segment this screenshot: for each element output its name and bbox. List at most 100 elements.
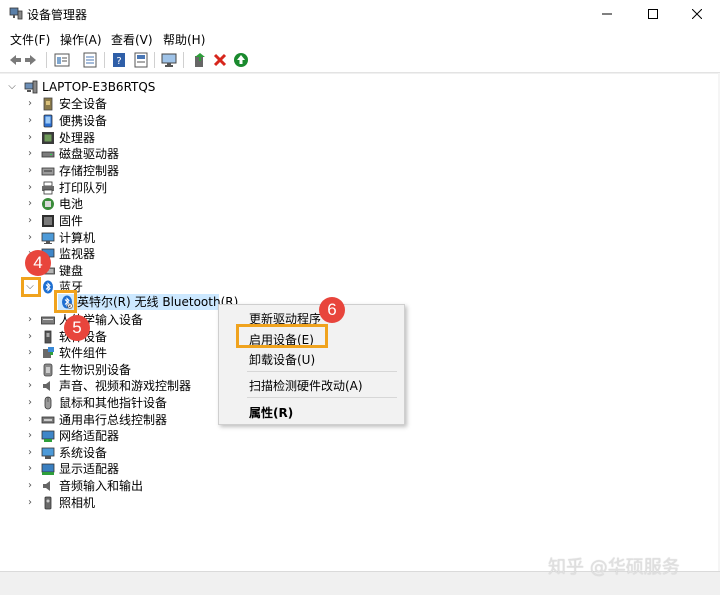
- chevron-right-icon[interactable]: ›: [25, 147, 35, 161]
- computer-icon: [41, 232, 55, 244]
- tree-item[interactable]: › 计算机: [0, 230, 718, 246]
- menu-help[interactable]: 帮助(H): [163, 31, 205, 48]
- tree-item-label: 键盘: [59, 264, 84, 278]
- chevron-right-icon[interactable]: ›: [25, 396, 35, 410]
- device-manager-app-icon: [9, 7, 23, 20]
- menu-view[interactable]: 查看(V): [111, 31, 153, 48]
- help-icon[interactable]: ?: [111, 52, 127, 68]
- svg-text:?: ?: [116, 56, 121, 67]
- context-menu: 更新驱动程序 启用设备(E) 卸载设备(U) 扫描检测硬件改动(A) 属性(R): [218, 304, 405, 425]
- device-properties-icon[interactable]: [133, 52, 149, 68]
- minimize-icon: [602, 13, 612, 15]
- window-title: 设备管理器: [27, 8, 88, 22]
- tree-item[interactable]: › 照相机: [0, 495, 718, 511]
- toolbar-separator: [154, 52, 155, 68]
- tree-item-label: 系统设备: [59, 446, 108, 460]
- context-menu-scan-hardware[interactable]: 扫描检测硬件改动(A): [249, 377, 363, 394]
- tree-item[interactable]: › 系统设备: [0, 445, 718, 461]
- tree-root[interactable]: ⌵ LAPTOP-E3B6RTQS: [0, 79, 718, 95]
- menu-file[interactable]: 文件(F): [10, 31, 50, 48]
- chevron-right-icon[interactable]: ›: [25, 214, 35, 228]
- step-badge-6: 6: [319, 297, 345, 323]
- forward-icon[interactable]: [24, 52, 40, 68]
- uninstall-icon[interactable]: [212, 52, 228, 68]
- tree-item-label: 软件组件: [59, 346, 108, 360]
- chevron-right-icon[interactable]: ›: [25, 114, 35, 128]
- chevron-right-icon[interactable]: ›: [25, 479, 35, 493]
- highlight-box-device: [54, 290, 77, 313]
- tree-item[interactable]: › 磁盘驱动器: [0, 146, 718, 162]
- tree-item[interactable]: › 安全设备: [0, 96, 718, 112]
- tree-item[interactable]: › 打印队列: [0, 180, 718, 196]
- chevron-right-icon[interactable]: ›: [25, 496, 35, 510]
- chevron-right-icon[interactable]: ›: [25, 97, 35, 111]
- chevron-right-icon[interactable]: ›: [25, 429, 35, 443]
- tree-item-label: 显示适配器: [59, 462, 120, 476]
- title-bar: 设备管理器: [0, 0, 720, 28]
- software-component-icon: [43, 347, 54, 358]
- chevron-right-icon[interactable]: ›: [25, 131, 35, 145]
- chevron-right-icon[interactable]: ›: [25, 462, 35, 476]
- menu-action[interactable]: 操作(A): [60, 31, 102, 48]
- chevron-right-icon[interactable]: ›: [25, 164, 35, 178]
- toolbar: ?: [0, 48, 720, 73]
- back-icon[interactable]: [6, 52, 22, 68]
- highlight-box-enable: [236, 324, 328, 348]
- minimize-button[interactable]: [584, 0, 630, 28]
- chevron-right-icon[interactable]: ›: [25, 346, 35, 360]
- tree-item-label: 存储控制器: [59, 164, 120, 178]
- battery-icon: [42, 198, 54, 210]
- chevron-right-icon[interactable]: ›: [25, 313, 35, 327]
- tree-item-label: 计算机: [59, 231, 96, 245]
- tree-item[interactable]: › 电池: [0, 196, 718, 212]
- camera-icon: [44, 496, 52, 510]
- tree-item[interactable]: › 网络适配器: [0, 428, 718, 444]
- chevron-right-icon[interactable]: ›: [25, 231, 35, 245]
- add-driver-icon[interactable]: [192, 52, 208, 68]
- chevron-right-icon[interactable]: ›: [25, 181, 35, 195]
- tree-item-label: 磁盘驱动器: [59, 147, 120, 161]
- tree-item[interactable]: › 键盘: [0, 263, 718, 279]
- system-icon: [41, 447, 55, 459]
- portable-icon: [43, 114, 53, 128]
- chevron-right-icon[interactable]: ›: [25, 413, 35, 427]
- tree-item-label: 打印队列: [59, 181, 108, 195]
- toolbar-separator: [46, 52, 47, 68]
- tree-item[interactable]: › 处理器: [0, 130, 718, 146]
- chevron-right-icon[interactable]: ›: [25, 197, 35, 211]
- chevron-down-icon[interactable]: ⌵: [7, 80, 17, 94]
- hid-icon: [41, 316, 55, 325]
- tree-item[interactable]: › 存储控制器: [0, 163, 718, 179]
- list-view-icon[interactable]: [82, 52, 98, 68]
- enable-icon[interactable]: [233, 52, 249, 68]
- maximize-button[interactable]: [630, 0, 676, 28]
- context-menu-uninstall-device[interactable]: 卸载设备(U): [249, 351, 315, 368]
- firmware-icon: [42, 215, 54, 227]
- menu-bar: 文件(F) 操作(A) 查看(V) 帮助(H): [0, 28, 720, 48]
- tree-item[interactable]: › 音频输入和输出: [0, 478, 718, 494]
- chevron-right-icon[interactable]: ›: [25, 379, 35, 393]
- properties-view-icon[interactable]: [54, 52, 70, 68]
- chevron-right-icon[interactable]: ›: [25, 330, 35, 344]
- sound-icon: [43, 381, 50, 391]
- network-icon: [41, 430, 55, 442]
- printer-icon: [42, 181, 54, 195]
- tree-item-label: 声音、视频和游戏控制器: [59, 379, 192, 393]
- context-menu-separator: [247, 371, 397, 372]
- tree-item-label: 网络适配器: [59, 429, 120, 443]
- context-menu-properties[interactable]: 属性(R): [249, 404, 293, 421]
- audio-icon: [43, 481, 50, 491]
- monitor-scan-icon[interactable]: [161, 52, 177, 68]
- tree-item-label: 电池: [59, 197, 84, 211]
- display-adapter-icon: [41, 463, 55, 475]
- tree-item[interactable]: › 显示适配器: [0, 461, 718, 477]
- cpu-icon: [42, 132, 54, 144]
- tree-item-bluetooth[interactable]: ⌵ 蓝牙: [0, 279, 718, 295]
- chevron-right-icon[interactable]: ›: [25, 446, 35, 460]
- tree-item-label: 鼠标和其他指针设备: [59, 396, 168, 410]
- chevron-right-icon[interactable]: ›: [25, 363, 35, 377]
- tree-item[interactable]: › 监视器: [0, 246, 718, 262]
- close-button[interactable]: [674, 0, 720, 28]
- tree-item[interactable]: › 便携设备: [0, 113, 718, 129]
- tree-item[interactable]: › 固件: [0, 213, 718, 229]
